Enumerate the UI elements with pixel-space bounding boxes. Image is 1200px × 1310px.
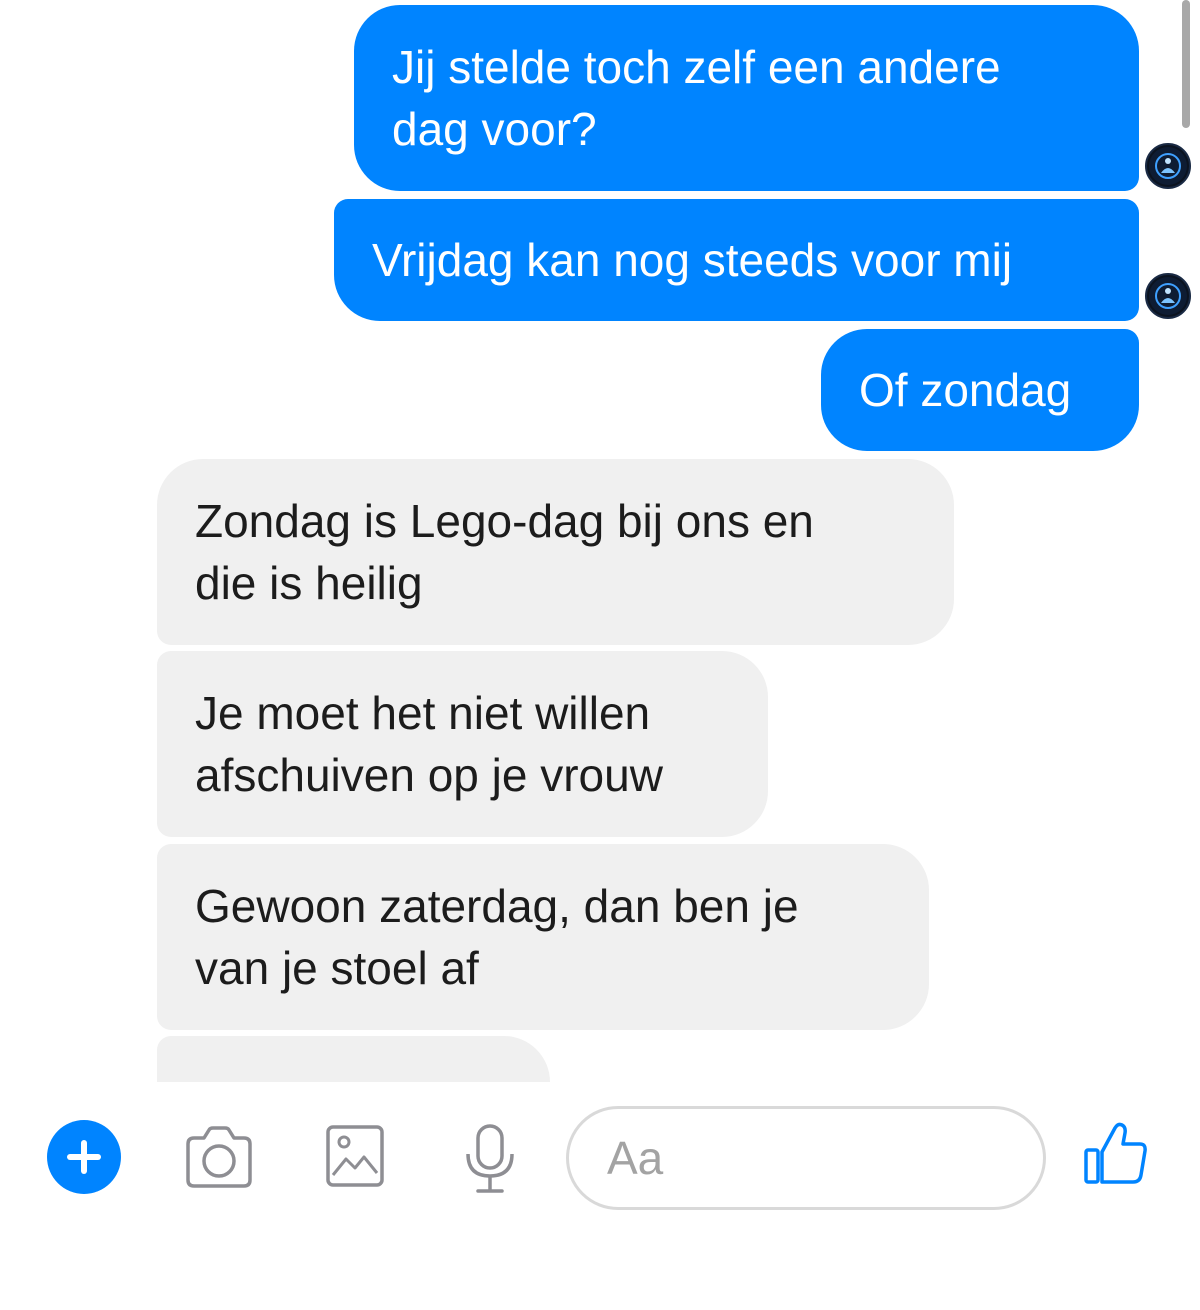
message-incoming[interactable] <box>157 1036 550 1082</box>
message-incoming[interactable]: Je moet het niet willen afschuiven op je… <box>157 651 768 837</box>
seen-avatar <box>1145 273 1191 319</box>
message-text: Je moet het niet willen afschuiven op je… <box>195 687 663 801</box>
message-text: Zondag is Lego-dag bij ons en die is hei… <box>195 495 814 609</box>
message-outgoing[interactable]: Vrijdag kan nog steeds voor mij <box>334 199 1139 321</box>
message-text: Of zondag <box>859 364 1072 416</box>
seen-avatar <box>1145 143 1191 189</box>
thumbs-up-icon[interactable] <box>1082 1120 1150 1186</box>
camera-icon[interactable] <box>182 1124 256 1190</box>
message-thread[interactable]: Jij stelde toch zelf een andere dag voor… <box>0 0 1200 1082</box>
message-outgoing[interactable]: Of zondag <box>821 329 1139 451</box>
message-incoming[interactable]: Zondag is Lego-dag bij ons en die is hei… <box>157 459 954 645</box>
message-text: Gewoon zaterdag, dan ben je van je stoel… <box>195 880 799 994</box>
message-text: Vrijdag kan nog steeds voor mij <box>372 234 1013 286</box>
scrollbar[interactable] <box>1182 0 1190 128</box>
message-input[interactable] <box>605 1130 1009 1186</box>
message-outgoing[interactable]: Jij stelde toch zelf een andere dag voor… <box>354 5 1139 191</box>
gallery-icon[interactable] <box>324 1123 386 1189</box>
message-incoming[interactable]: Gewoon zaterdag, dan ben je van je stoel… <box>157 844 929 1030</box>
microphone-icon[interactable] <box>462 1122 518 1196</box>
plus-icon[interactable] <box>46 1119 122 1195</box>
message-input-field[interactable] <box>566 1106 1046 1210</box>
message-text: Jij stelde toch zelf een andere dag voor… <box>392 41 1001 155</box>
